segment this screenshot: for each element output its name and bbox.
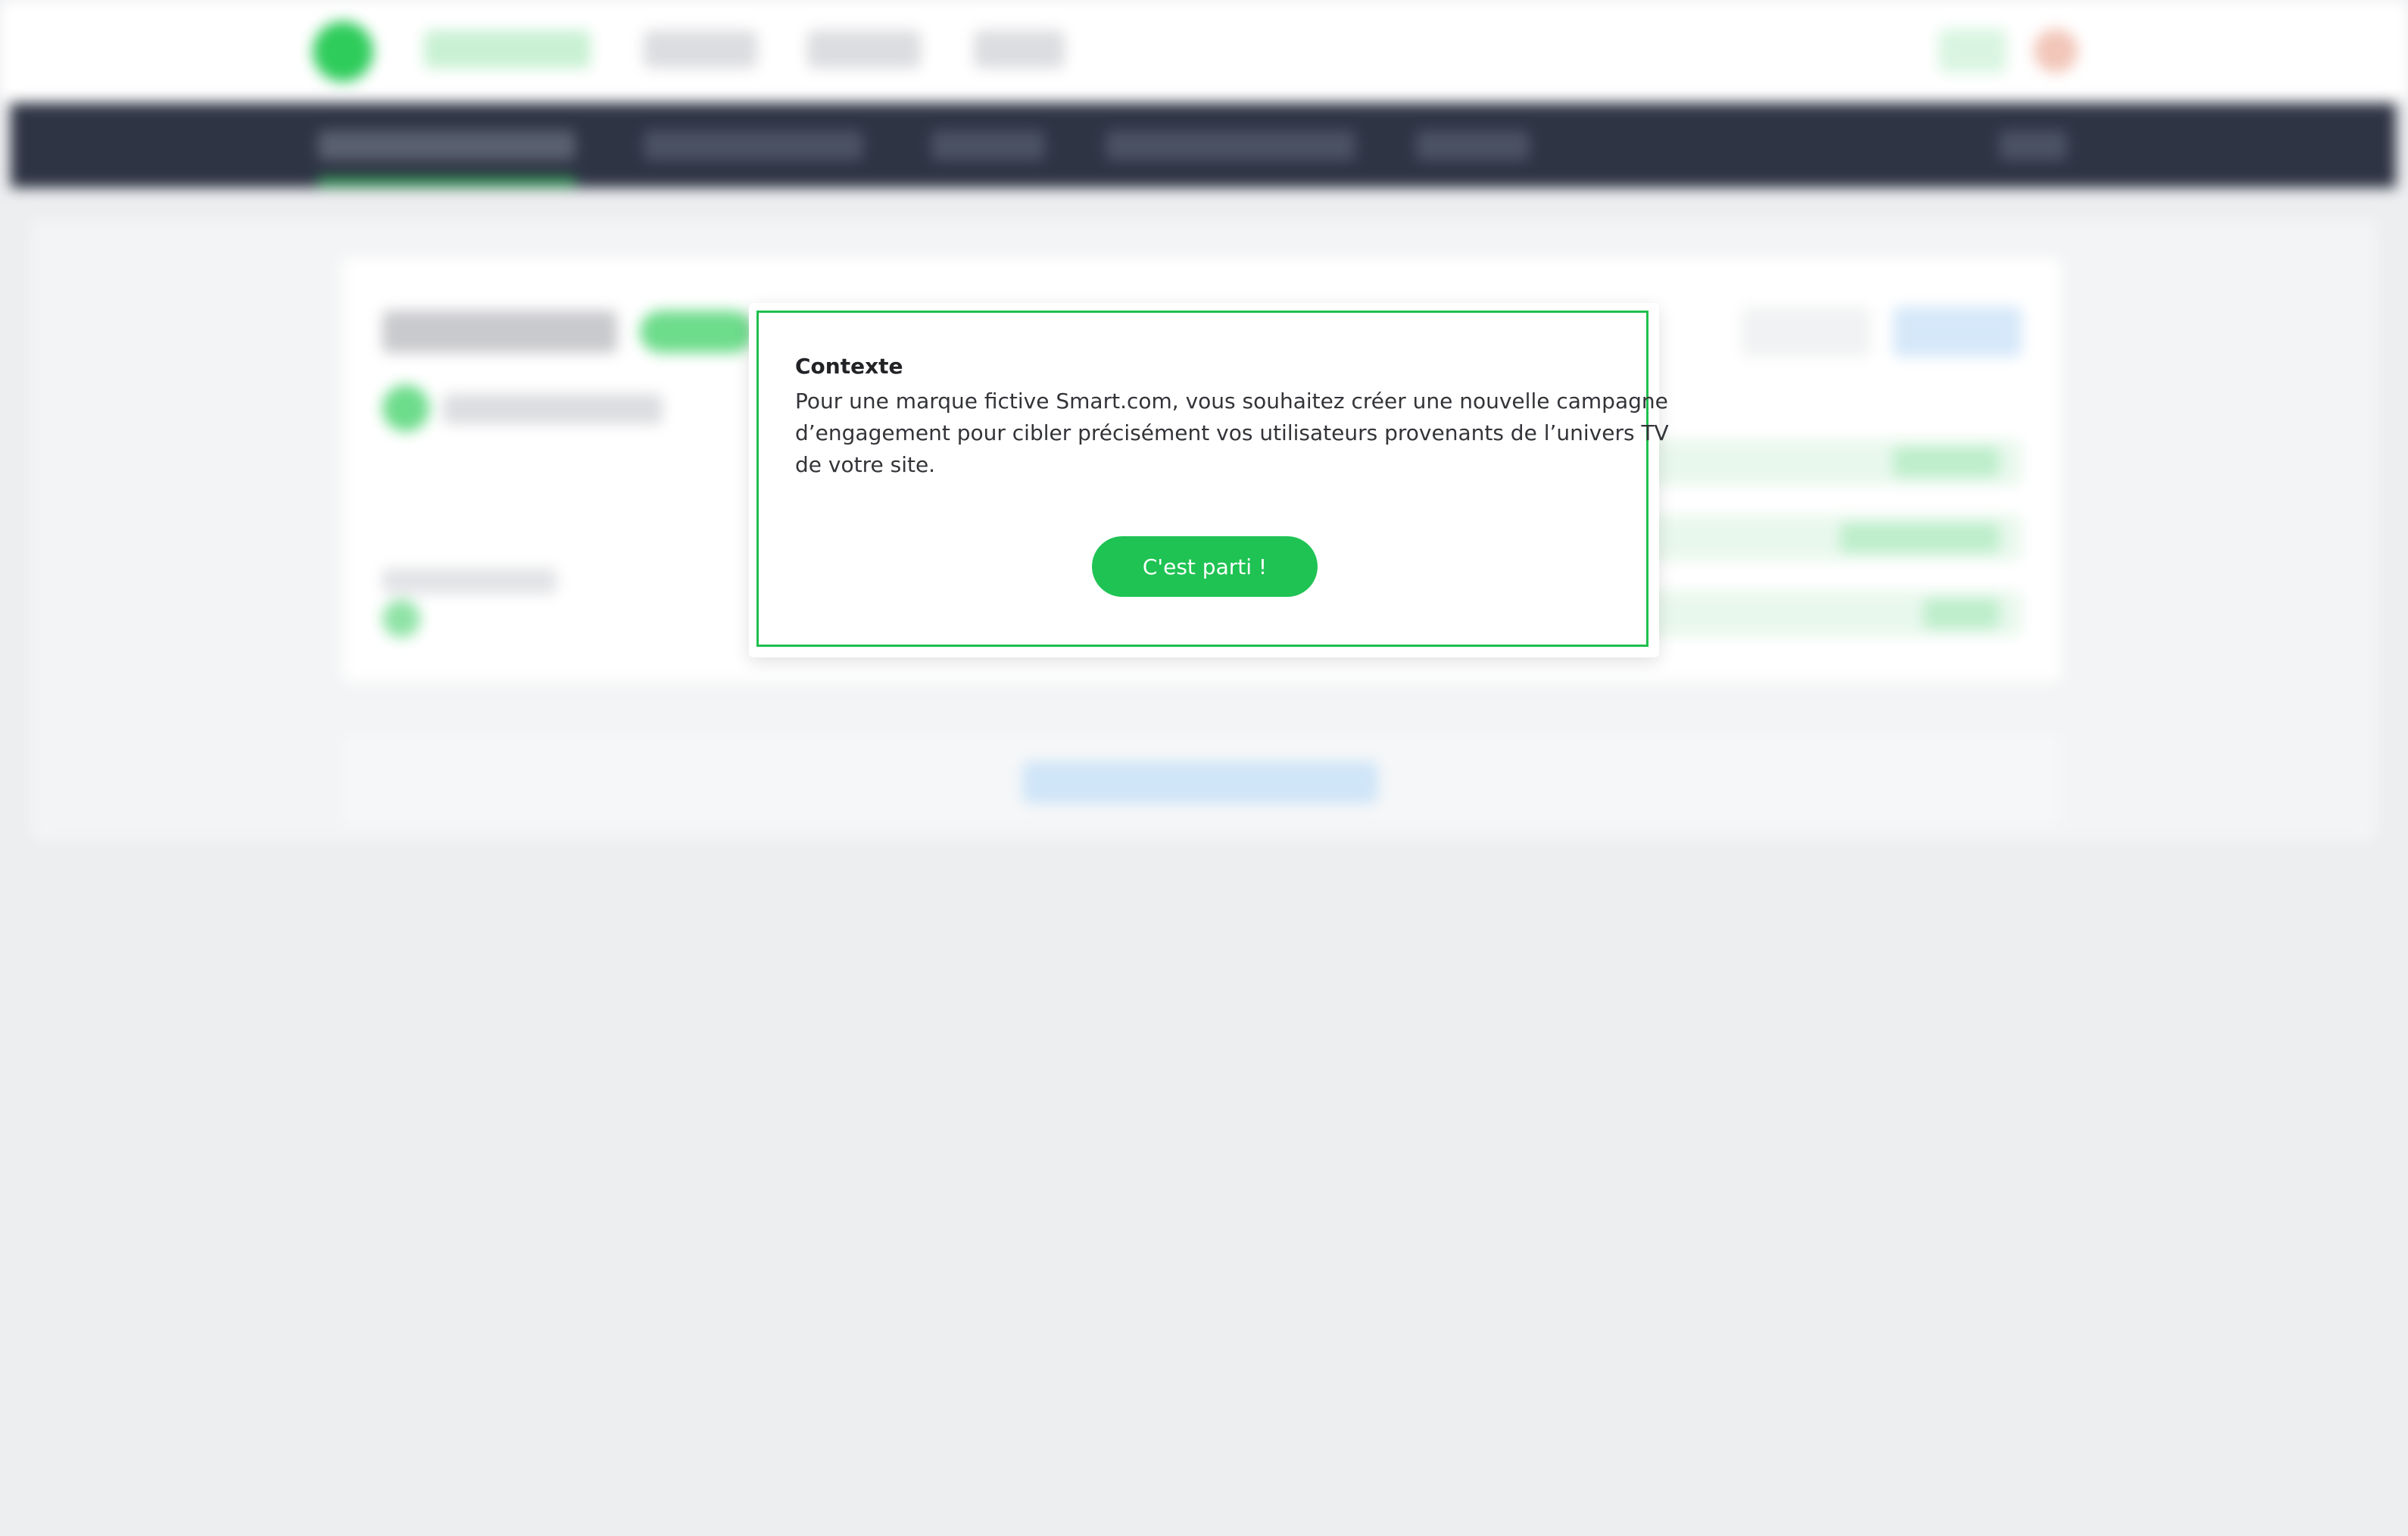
user-avatar xyxy=(2034,29,2078,73)
top-right-button xyxy=(1939,29,2007,73)
card-secondary-button xyxy=(1742,307,1870,357)
add-campaign-link xyxy=(1022,761,1378,804)
row-chip xyxy=(1893,447,1999,477)
meta-icon xyxy=(382,600,420,638)
status-badge xyxy=(640,311,753,353)
secondary-nav-action xyxy=(1999,130,2067,161)
secondary-nav-tab xyxy=(931,130,1045,161)
meta-label-placeholder xyxy=(382,568,557,594)
modal-body-line: Pour une marque fictive Smart.com, vous … xyxy=(795,389,1668,414)
modal-body-text: Pour une marque fictive Smart.com, vous … xyxy=(795,386,1669,481)
row-chip xyxy=(1923,598,1999,629)
campaign-icon xyxy=(382,385,429,432)
top-navigation-bar xyxy=(0,0,2408,100)
modal-body-line: d’engagement pour cibler précisément vos… xyxy=(795,420,1669,445)
top-nav-item xyxy=(807,30,921,68)
modal-title: Contexte xyxy=(795,354,903,379)
top-nav-item xyxy=(644,30,757,68)
context-modal: Contexte Pour une marque fictive Smart.c… xyxy=(749,303,1669,657)
secondary-nav-tab xyxy=(644,130,863,161)
active-tab-indicator xyxy=(318,179,575,185)
top-nav-item-active xyxy=(424,30,591,68)
row-chip xyxy=(1840,523,1999,553)
blurred-background-app xyxy=(0,0,2408,1536)
start-button[interactable]: C'est parti ! xyxy=(1092,536,1318,597)
secondary-nav-tab xyxy=(1416,130,1530,161)
secondary-nav-tab xyxy=(1106,130,1355,161)
top-nav-item xyxy=(974,30,1065,68)
modal-body-line: de votre site. xyxy=(795,452,936,477)
campaign-title-placeholder xyxy=(382,311,617,353)
campaign-subtitle-placeholder xyxy=(443,394,663,424)
app-logo xyxy=(313,21,373,82)
secondary-nav-tab-active xyxy=(318,130,575,161)
card-primary-button xyxy=(1893,307,2022,357)
